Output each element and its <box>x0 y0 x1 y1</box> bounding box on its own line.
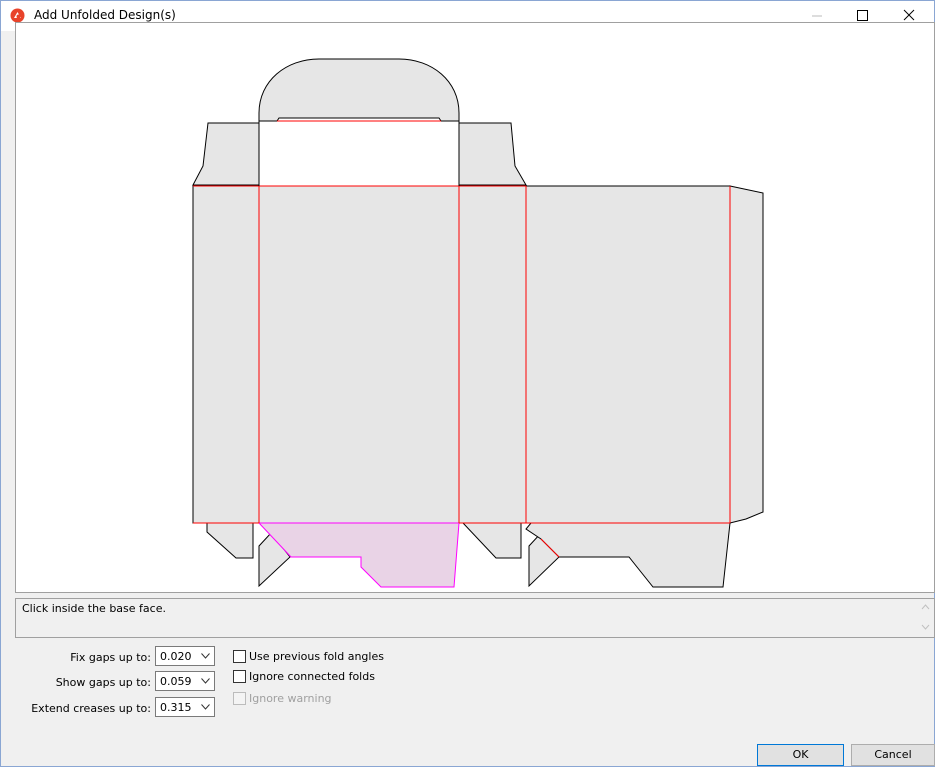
status-message-box: Click inside the base face. <box>15 598 935 638</box>
right-dust-flap[interactable] <box>458 122 527 186</box>
app-logo-icon <box>10 8 25 23</box>
chevron-down-icon <box>201 678 210 684</box>
ignore-connected-folds-checkbox[interactable] <box>233 670 246 683</box>
scroll-down-icon <box>921 624 930 630</box>
bottom-right-side-flap[interactable] <box>461 522 522 559</box>
window-title: Add Unfolded Design(s) <box>34 8 176 22</box>
ignore-warning-label: Ignore warning <box>249 692 332 705</box>
fix-gaps-label: Fix gaps up to: <box>70 651 151 664</box>
back-panel[interactable] <box>525 185 731 524</box>
left-side-panel[interactable] <box>192 185 260 524</box>
selected-base-face[interactable] <box>257 522 460 588</box>
use-previous-fold-angles-checkbox[interactable] <box>233 650 246 663</box>
top-lid-flap[interactable] <box>258 58 460 122</box>
extend-creases-select[interactable]: 0.315 <box>155 697 215 717</box>
cancel-button[interactable]: Cancel <box>851 744 935 766</box>
extend-creases-value: 0.315 <box>160 701 192 714</box>
ignore-connected-folds-label: Ignore connected folds <box>249 670 375 683</box>
chevron-down-icon <box>201 704 210 710</box>
ignore-warning-checkbox[interactable] <box>233 692 246 705</box>
fix-gaps-value: 0.020 <box>160 650 192 663</box>
front-panel[interactable] <box>258 185 460 524</box>
left-dust-flap[interactable] <box>192 122 260 186</box>
ok-button[interactable]: OK <box>757 744 844 766</box>
fix-gaps-select[interactable]: 0.020 <box>155 646 215 666</box>
show-gaps-value: 0.059 <box>160 675 192 688</box>
scroll-up-icon <box>921 604 930 610</box>
glue-flap[interactable] <box>729 185 764 524</box>
right-side-panel[interactable] <box>458 185 527 524</box>
bottom-left-flap[interactable] <box>206 522 254 559</box>
extend-creases-label: Extend creases up to: <box>31 702 151 715</box>
status-message: Click inside the base face. <box>22 602 166 615</box>
show-gaps-label: Show gaps up to: <box>55 676 151 689</box>
unfolded-design-drawing[interactable] <box>16 23 935 594</box>
use-previous-fold-angles-label: Use previous fold angles <box>249 650 384 663</box>
show-gaps-select[interactable]: 0.059 <box>155 671 215 691</box>
status-scrollbar[interactable] <box>917 599 934 637</box>
chevron-down-icon <box>201 653 210 659</box>
design-canvas[interactable] <box>15 22 935 593</box>
